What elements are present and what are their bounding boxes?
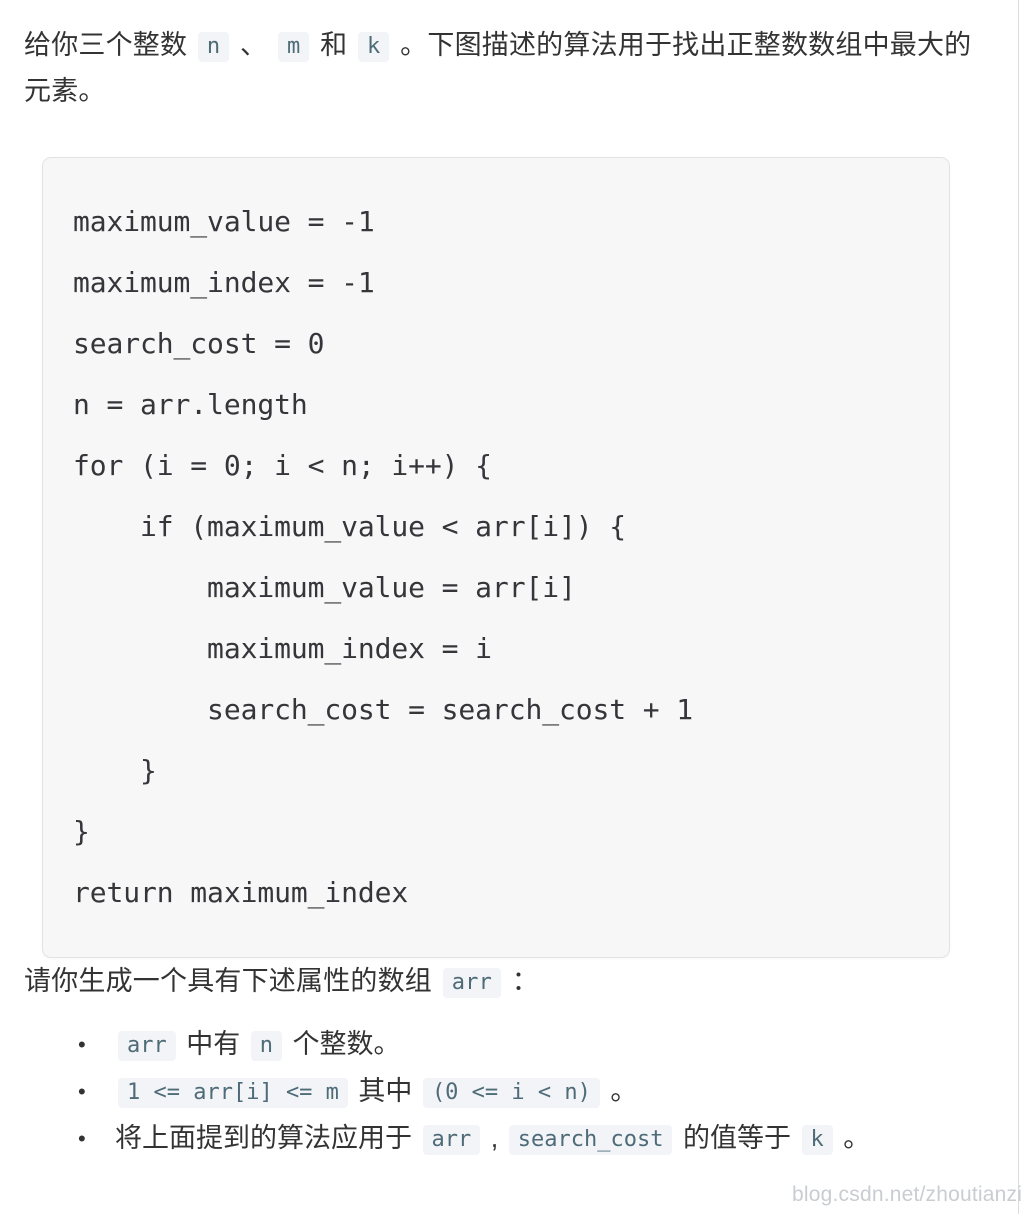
- site-watermark: blog.csdn.net/zhoutianzi12: [792, 1183, 1022, 1206]
- intro-text-part2: 、: [232, 30, 275, 60]
- list-item-text: 将上面提到的算法应用于: [115, 1123, 420, 1153]
- prompt-text-part1: 请你生成一个具有下述属性的数组: [24, 966, 440, 996]
- properties-list: • arr 中有 n 个整数。 • 1 <= arr[i] <= m 其中 (0 <…: [0, 1021, 1008, 1162]
- list-item-text: ,: [483, 1123, 506, 1153]
- inline-code-arr: arr: [422, 1125, 481, 1155]
- pseudocode-block: maximum_value = -1 maximum_index = -1 se…: [42, 157, 950, 958]
- pseudocode-text: maximum_value = -1 maximum_index = -1 se…: [73, 205, 694, 909]
- inline-code-n: n: [250, 1031, 283, 1061]
- inline-code-n: n: [197, 32, 230, 62]
- list-item: • 1 <= arr[i] <= m 其中 (0 <= i < n) 。: [0, 1068, 1008, 1115]
- inline-code-arr: arr: [118, 1031, 176, 1061]
- bullet-icon: •: [78, 1032, 86, 1057]
- article-content: 给你三个整数 n 、 m 和 k 。下图描述的算法用于找出正整数数组中最大的元素…: [0, 0, 1008, 1162]
- inline-code-k: k: [358, 32, 390, 62]
- list-item-text: 中有: [178, 1029, 248, 1059]
- inline-code-m: m: [277, 32, 310, 62]
- inline-code-range-m: 1 <= arr[i] <= m: [118, 1078, 348, 1108]
- prompt-text-part2: ：: [504, 966, 539, 996]
- bullet-icon: •: [78, 1126, 86, 1151]
- list-item-text: 其中: [350, 1076, 420, 1106]
- inline-code-search-cost: search_cost: [508, 1125, 673, 1155]
- inline-code-arr: arr: [442, 968, 502, 998]
- list-item: • arr 中有 n 个整数。: [0, 1021, 1008, 1068]
- bullet-icon: •: [78, 1079, 86, 1104]
- intro-text-part1: 给你三个整数: [24, 30, 195, 60]
- prompt-paragraph: 请你生成一个具有下述属性的数组 arr ：: [0, 958, 1008, 1004]
- list-item-text: 。: [602, 1076, 638, 1106]
- list-item: • 将上面提到的算法应用于 arr , search_cost 的值等于 k 。: [0, 1115, 1008, 1162]
- list-item-text: 的值等于: [675, 1123, 799, 1153]
- inline-code-k: k: [801, 1125, 833, 1155]
- page-right-divider: [1018, 0, 1019, 1214]
- inline-code-range-i: (0 <= i < n): [422, 1078, 600, 1108]
- list-item-text: 。: [835, 1123, 871, 1153]
- list-item-text: 个整数。: [285, 1029, 401, 1059]
- intro-text-part3: 和: [312, 30, 356, 60]
- intro-paragraph: 给你三个整数 n 、 m 和 k 。下图描述的算法用于找出正整数数组中最大的元素…: [0, 22, 1008, 114]
